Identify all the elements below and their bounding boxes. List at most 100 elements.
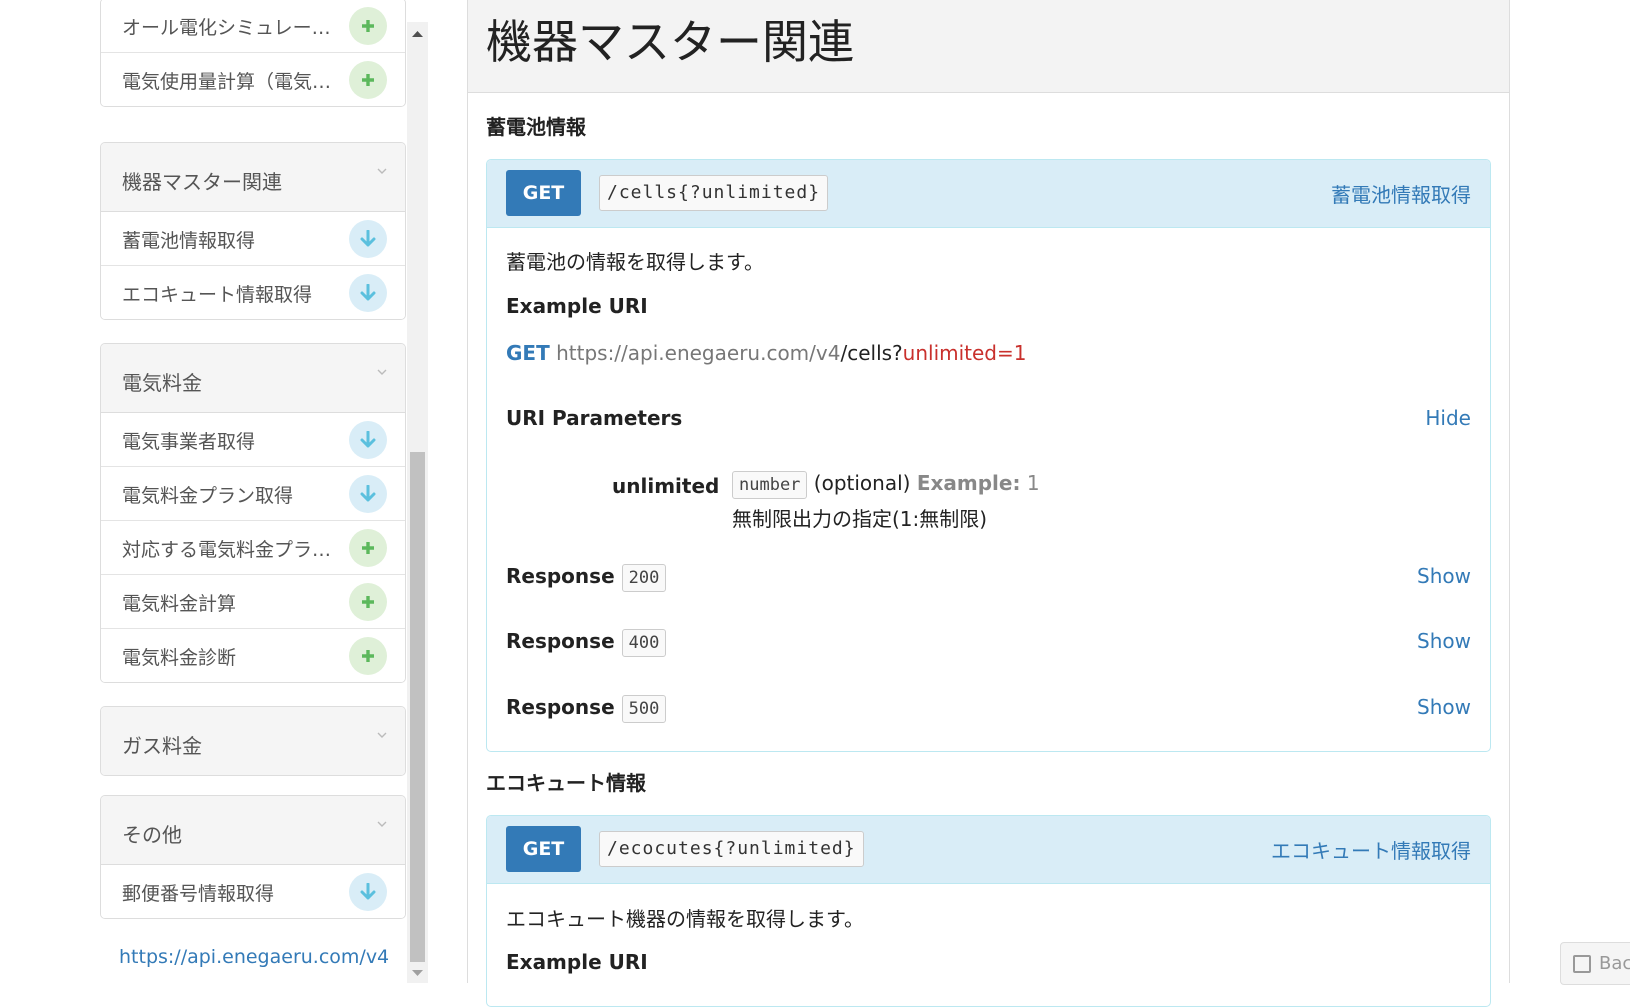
sidebar-group-electricity: 電気料金 電気事業者取得 電気料金プラン取得 対応する電気料金プラ… 電気料金計… [100,343,406,683]
section-title-ecocutes: エコキュート情報 [486,771,646,795]
plus-icon[interactable] [349,583,387,621]
sidebar-item-cells[interactable]: 蓄電池情報取得 [101,212,405,266]
main-content: 機器マスター関連 蓄電池情報 GET /cells{?unlimited} 蓄電… [467,0,1510,1007]
sidebar-group-title: 機器マスター関連 [122,170,282,194]
sidebar: オール電化シミュレー… 電気使用量計算（電気… 機器マスター関連 蓄電池情報取得… [0,0,430,983]
sidebar-group-title: その他 [122,823,182,847]
endpoint-card-ecocutes: GET /ecocutes{?unlimited} エコキュート情報取得 エコキ… [486,815,1491,1007]
sidebar-group-title: ガス料金 [122,734,202,758]
endpoint-description: 蓄電池の情報を取得します。 [506,250,764,274]
scroll-down-arrow-icon[interactable] [412,969,423,977]
back-to-top-label: Bac [1599,953,1630,974]
plus-icon[interactable] [349,529,387,567]
param-optional: (optional) [813,471,911,495]
sidebar-item-label: 蓄電池情報取得 [122,230,256,252]
param-description: 無制限出力の指定(1:無制限) [732,507,988,531]
sidebar-item[interactable]: 対応する電気料金プラ… [101,521,405,575]
plus-icon[interactable] [349,61,387,99]
arrow-down-icon[interactable] [349,475,387,513]
arrow-down-icon[interactable] [349,873,387,911]
scroll-up-arrow-icon[interactable] [412,30,423,38]
example-uri-label: Example URI [506,950,648,974]
endpoint-path: /cells{?unlimited} [599,175,829,211]
param-example-value: 1 [1026,471,1040,495]
sidebar-item-label: 電気料金プラン取得 [122,485,294,507]
endpoint-action-link[interactable]: エコキュート情報取得 [1271,835,1471,864]
response-code: 200 [621,564,667,592]
example-uri-query: unlimited=1 [902,341,1027,365]
response-label: Response [506,695,615,719]
example-uri: GET https://api.enegaeru.com/v4/cells?un… [506,341,1026,365]
sidebar-item-label: 電気料金計算 [122,593,237,615]
example-uri-host: https://api.enegaeru.com/v4 [556,341,841,365]
back-to-top-button[interactable]: Bac [1560,942,1630,985]
sidebar-item[interactable]: オール電化シミュレー… [101,0,405,53]
sidebar-item-label: 電気料金診断 [122,647,237,669]
example-uri-label: Example URI [506,294,648,318]
endpoint-path: /ecocutes{?unlimited} [599,831,864,867]
response-row[interactable]: Response 200 [506,564,667,592]
endpoint-card-cells: GET /cells{?unlimited} 蓄電池情報取得 蓄電池の情報を取得… [486,159,1491,752]
sidebar-group-header[interactable]: ガス料金 [101,707,405,775]
endpoint-header[interactable]: GET /ecocutes{?unlimited} エコキュート情報取得 [487,816,1490,884]
page-header: 機器マスター関連 [468,0,1509,93]
response-label: Response [506,629,615,653]
response-label: Response [506,564,615,588]
sidebar-group-simulation: オール電化シミュレー… 電気使用量計算（電気… [100,0,406,107]
param-type: number [732,471,808,499]
show-response-toggle[interactable]: Show [1417,629,1471,653]
scrollbar-thumb[interactable] [410,452,425,962]
method-badge: GET [506,170,581,216]
response-code: 400 [621,629,667,657]
sidebar-group-header[interactable]: 機器マスター関連 [101,143,405,212]
endpoint-description: エコキュート機器の情報を取得します。 [506,907,864,931]
response-row[interactable]: Response 400 [506,629,667,657]
arrow-down-icon[interactable] [349,274,387,312]
sidebar-item[interactable]: 電気料金プラン取得 [101,467,405,521]
plus-icon[interactable] [349,637,387,675]
sidebar-group-other: その他 郵便番号情報取得 [100,795,406,919]
endpoint-action-link[interactable]: 蓄電池情報取得 [1331,179,1471,208]
chevron-down-icon [377,168,387,174]
param-example-label: Example: [916,471,1021,495]
arrow-down-icon[interactable] [349,220,387,258]
example-uri-path: /cells? [840,341,903,365]
sidebar-item-postal[interactable]: 郵便番号情報取得 [101,865,405,918]
chevron-down-icon [377,821,387,827]
hide-parameters-toggle[interactable]: Hide [1425,406,1471,430]
sidebar-item[interactable]: 電気使用量計算（電気… [101,53,405,106]
base-url-link[interactable]: https://api.enegaeru.com/v4 [119,946,389,968]
sidebar-item-label: 電気事業者取得 [122,431,256,453]
sidebar-item-label: オール電化シミュレー… [122,17,331,39]
uri-parameters-label: URI Parameters [506,406,683,430]
sidebar-item-label: エコキュート情報取得 [122,284,313,306]
sidebar-item-label: 電気使用量計算（電気… [122,71,332,93]
param-name: unlimited [612,474,720,498]
endpoint-header[interactable]: GET /cells{?unlimited} 蓄電池情報取得 [487,160,1490,228]
arrow-down-icon[interactable] [349,421,387,459]
plus-icon[interactable] [349,7,387,45]
chevron-down-icon [377,732,387,738]
sidebar-group-gas: ガス料金 [100,706,406,776]
sidebar-item[interactable]: 電気事業者取得 [101,413,405,467]
param-details: number (optional) Example: 1 [732,471,1040,499]
show-response-toggle[interactable]: Show [1417,564,1471,588]
chevron-down-icon [377,369,387,375]
sidebar-item-ecocutes[interactable]: エコキュート情報取得 [101,266,405,319]
sidebar-group-header[interactable]: その他 [101,796,405,865]
sidebar-item[interactable]: 電気料金診断 [101,629,405,682]
response-code: 500 [621,695,667,723]
response-row[interactable]: Response 500 [506,695,667,723]
sidebar-item[interactable]: 電気料金計算 [101,575,405,629]
sidebar-item-label: 郵便番号情報取得 [122,883,275,905]
example-uri-method: GET [506,341,550,365]
sidebar-group-title: 電気料金 [122,371,202,395]
sidebar-group-header[interactable]: 電気料金 [101,344,405,413]
page-title: 機器マスター関連 [486,15,854,69]
back-to-top-icon [1573,955,1591,973]
sidebar-group-equipment: 機器マスター関連 蓄電池情報取得 エコキュート情報取得 [100,142,406,320]
sidebar-scrollbar[interactable] [407,22,428,983]
show-response-toggle[interactable]: Show [1417,695,1471,719]
sidebar-item-label: 対応する電気料金プラ… [122,539,332,561]
section-title-cells: 蓄電池情報 [486,115,586,139]
